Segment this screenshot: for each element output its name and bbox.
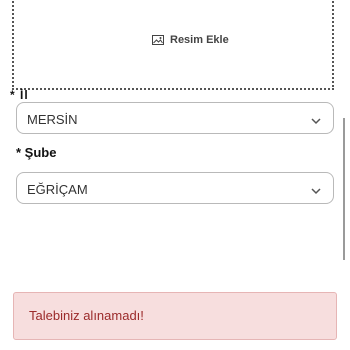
branch-label: * Şube [16, 145, 57, 160]
chevron-down-icon [311, 113, 321, 125]
branch-select[interactable]: EĞRİÇAM [16, 172, 334, 204]
chevron-down-icon [311, 183, 321, 195]
city-select-value: MERSİN [27, 112, 78, 127]
image-icon [152, 35, 164, 45]
add-image-label: Resim Ekle [170, 34, 229, 46]
image-upload-area[interactable]: Resim Ekle [12, 0, 334, 90]
city-select[interactable]: MERSİN [16, 102, 334, 134]
city-label: * İl [10, 88, 29, 102]
error-alert: Talebiniz alınamadı! [13, 292, 337, 340]
add-image-button[interactable]: Resim Ekle [152, 34, 229, 46]
branch-select-value: EĞRİÇAM [27, 182, 88, 197]
error-message: Talebiniz alınamadı! [29, 308, 144, 323]
scrollbar-track [343, 118, 345, 260]
